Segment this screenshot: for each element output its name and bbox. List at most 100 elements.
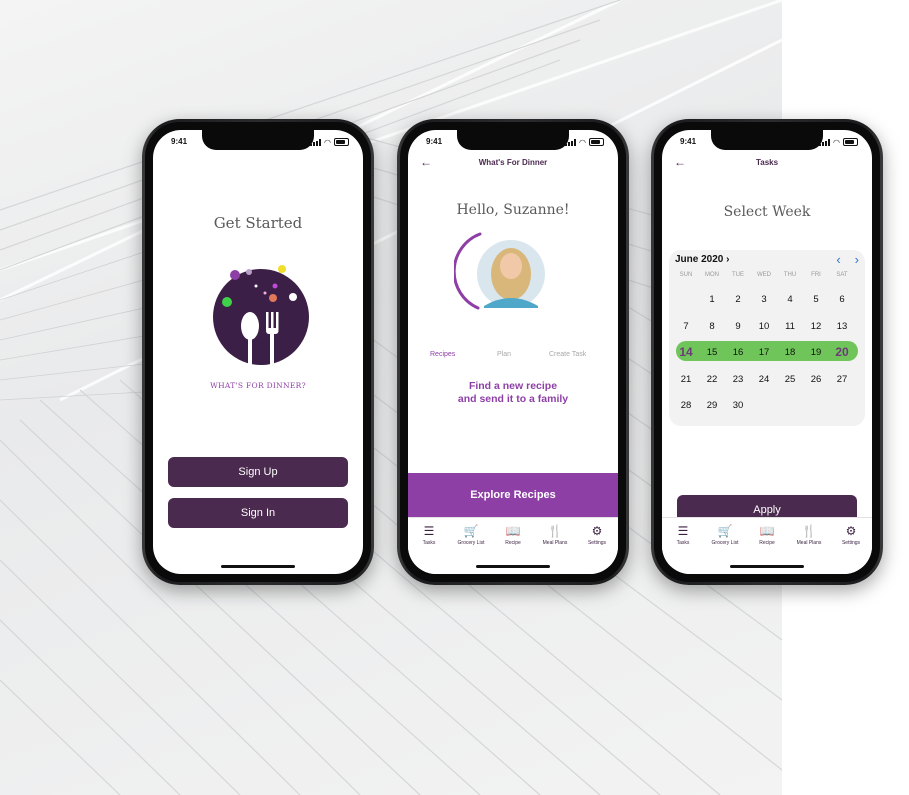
month-picker[interactable]: June 2020 › [675,254,730,265]
notch [202,130,314,150]
nav-header: ← What's For Dinner [408,154,618,172]
weekday-header: SUN MON TUE WED THU FRI SAT [669,272,865,282]
tab-recipe[interactable]: 📖 Recipe [746,524,788,546]
calendar: June 2020 › ‹ › SUN MON TUE WED THU FRI SAT 12… [669,250,865,426]
calendar-day[interactable]: 28 [673,400,699,411]
weekday-label: THU [783,272,797,278]
calendar-day[interactable]: 19 [803,347,829,358]
chevron-right-icon: › [726,254,730,265]
calendar-day[interactable]: 1 [699,294,725,305]
tab-meal-plans[interactable]: 🍴 Meal Plans [534,524,576,546]
tab-settings[interactable]: ⚙ Settings [830,524,872,546]
next-month-icon[interactable]: › [855,252,859,267]
nav-title: What's For Dinner [478,158,548,167]
calendar-day[interactable]: 8 [699,321,725,332]
battery-icon [843,138,858,146]
cart-icon: 🛒 [717,524,733,538]
calendar-day[interactable]: 6 [829,294,855,305]
tab-recipes[interactable]: Recipes [430,351,455,358]
notch [457,130,569,150]
status-icons: ◠ [310,138,349,146]
calendar-day[interactable]: 13 [829,321,855,332]
calendar-day[interactable]: 22 [699,374,725,385]
calendar-day[interactable]: 27 [829,374,855,385]
utensils-icon: 🍴 [547,524,563,538]
month-label: June 2020 [675,254,724,265]
calendar-day[interactable]: 5 [803,294,829,305]
tab-create-task[interactable]: Create Task [549,351,586,358]
gear-icon: ⚙ [845,524,857,538]
status-icons: ◠ [819,138,858,146]
notch [711,130,823,150]
status-time: 9:41 [426,137,443,146]
calendar-day[interactable]: 14 [673,345,699,359]
tab-label: Recipe [759,540,775,546]
tab-tasks[interactable]: ☰ Tasks [662,524,704,546]
tab-grocery-list[interactable]: 🛒 Grocery List [704,524,746,546]
calendar-day[interactable]: 24 [751,374,777,385]
calendar-day[interactable]: 9 [725,321,751,332]
home-tabs: Recipes Plan Create Task [408,351,618,363]
greeting: Hello, Suzanne! [456,202,570,218]
weekday-label: FRI [811,272,821,278]
tab-label: Tasks [422,540,436,546]
calendar-day[interactable]: 10 [751,321,777,332]
gear-icon: ⚙ [591,524,603,538]
cart-icon: 🛒 [463,524,479,538]
weekday-label: MON [705,272,719,278]
tab-label: Settings [587,540,607,546]
calendar-day[interactable]: 18 [777,347,803,358]
page-title: Get Started [213,214,303,232]
wifi-icon: ◠ [833,137,840,147]
calendar-day[interactable]: 20 [829,345,855,359]
calendar-day[interactable]: 16 [725,347,751,358]
signal-icon [310,138,322,146]
calendar-day[interactable]: 3 [751,294,777,305]
calendar-day[interactable]: 25 [777,374,803,385]
calendar-day[interactable]: 15 [699,347,725,358]
calendar-day[interactable]: 12 [803,321,829,332]
screen-get-started: 9:41 ◠ Get Started WHAT'S FOR DINNER? Si… [153,130,363,574]
phone-home: 9:41 ◠ ← What's For Dinner Hello, Suzann… [397,119,629,585]
calendar-day[interactable]: 2 [725,294,751,305]
battery-icon [334,138,349,146]
page-title: Select Week [723,204,811,220]
calendar-day[interactable]: 17 [751,347,777,358]
calendar-day[interactable]: 11 [777,321,803,332]
home-indicator [221,565,295,568]
tab-label: Grocery List [457,540,485,546]
tasks-icon: ☰ [423,524,435,538]
calendar-day[interactable]: 7 [673,321,699,332]
logo-text: WHAT'S FOR DINNER? [210,381,306,390]
tab-grocery-list[interactable]: 🛒 Grocery List [450,524,492,546]
calendar-day[interactable]: 29 [699,400,725,411]
battery-icon [589,138,604,146]
wifi-icon: ◠ [324,137,331,147]
tab-recipe[interactable]: 📖 Recipe [492,524,534,546]
avatar-ring [452,232,545,310]
weekday-label: WED [757,272,771,278]
tab-plan[interactable]: Plan [497,351,511,358]
recipe-prompt: Find a new recipe and send it to a famil… [408,380,618,406]
calendar-day[interactable]: 23 [725,374,751,385]
tab-tasks[interactable]: ☰ Tasks [408,524,450,546]
status-icons: ◠ [565,138,604,146]
phone-select-week: 9:41 ◠ ← Tasks Select Week June 2020 › ‹… [651,119,883,585]
calendar-day[interactable]: 26 [803,374,829,385]
explore-recipes-button[interactable]: Explore Recipes [408,473,618,517]
previous-month-icon[interactable]: ‹ [836,252,840,267]
book-icon: 📖 [759,524,775,538]
tab-settings[interactable]: ⚙ Settings [576,524,618,546]
weekday-label: SAT [836,272,848,278]
profile-avatar[interactable] [452,228,550,314]
calendar-day[interactable]: 4 [777,294,803,305]
tab-label: Tasks [676,540,690,546]
calendar-day[interactable]: 30 [725,400,751,411]
sign-in-button[interactable]: Sign In [168,498,348,528]
status-time: 9:41 [171,137,188,146]
calendar-day[interactable]: 21 [673,374,699,385]
sign-up-button[interactable]: Sign Up [168,457,348,487]
nav-title: Tasks [755,158,779,167]
app-logo [211,260,311,390]
tab-meal-plans[interactable]: 🍴 Meal Plans [788,524,830,546]
